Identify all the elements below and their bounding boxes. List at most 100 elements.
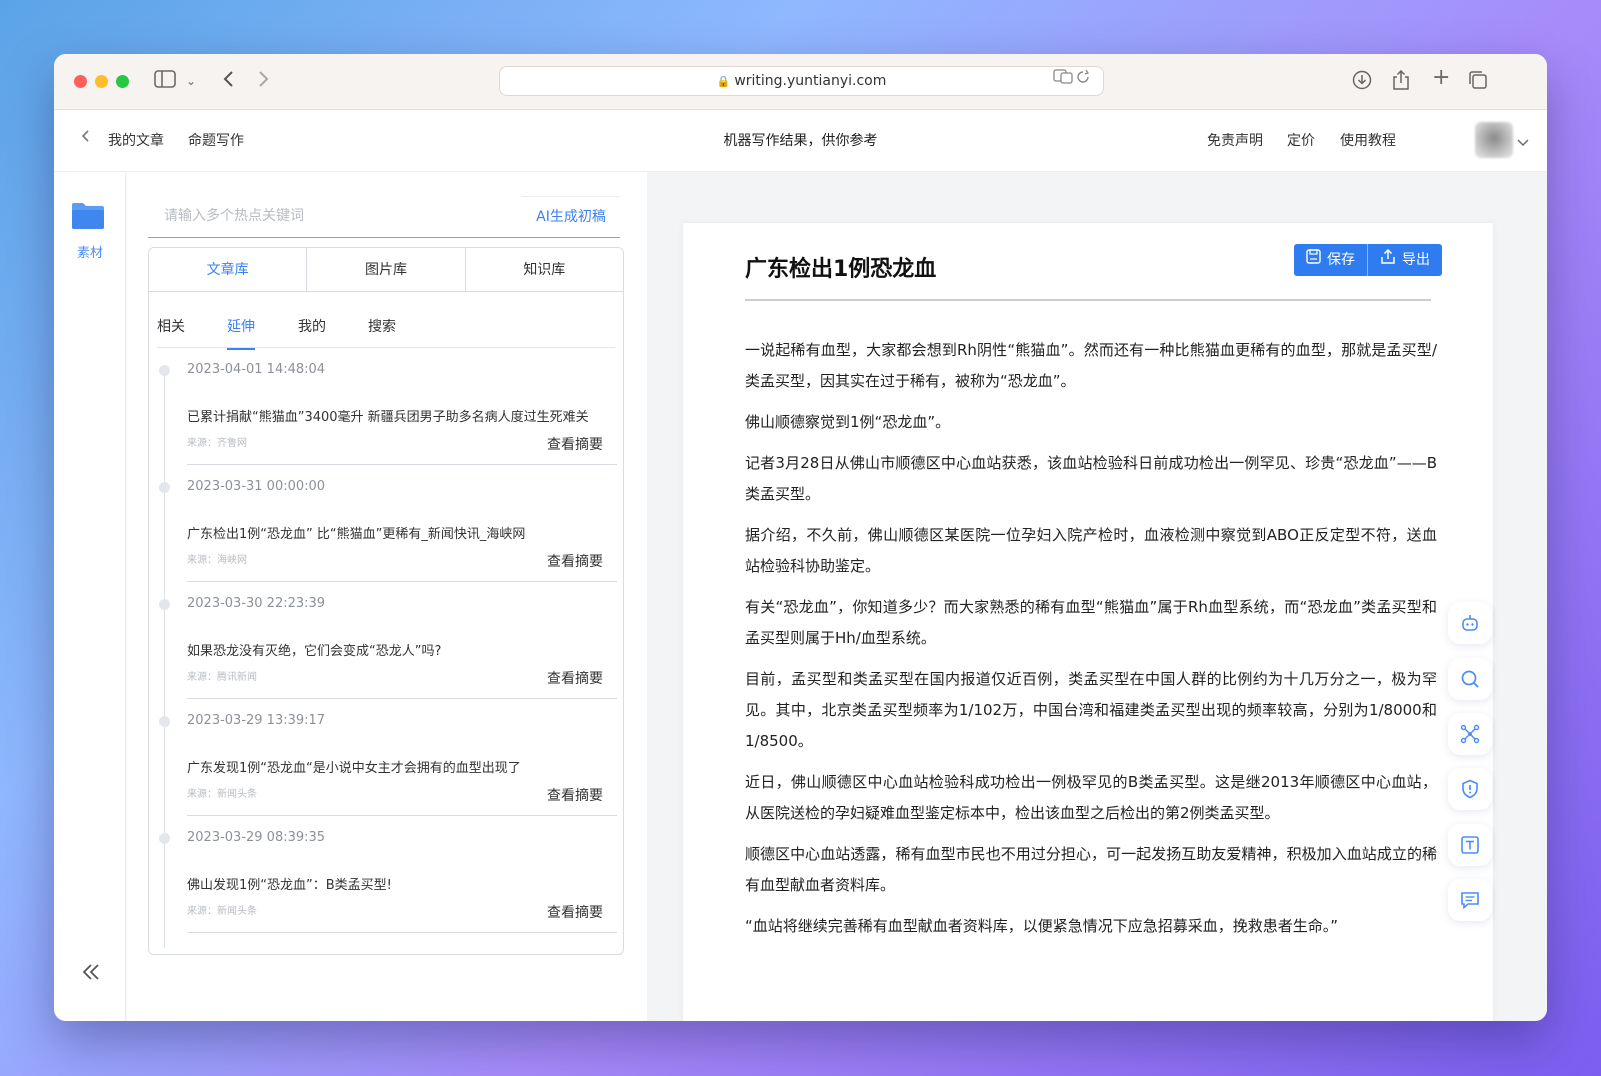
paragraph: 一说起稀有血型，大家都会想到Rh阴性“熊猫血”。然而还有一种比熊猫血更稀有的血型… xyxy=(745,341,1437,390)
item-source: 来源：新闻头条 xyxy=(187,789,257,800)
collapse-double-chevron-icon[interactable] xyxy=(82,962,100,987)
divider xyxy=(187,932,617,933)
subtab-search[interactable]: 搜索 xyxy=(368,316,396,336)
list-item: 2023-04-01 14:48:04 已累计捐献“熊猫血”3400毫升 新疆兵… xyxy=(157,348,617,465)
list-item: 2023-03-31 00:00:00 广东检出1例“恐龙血” 比“熊猫血”更稀… xyxy=(157,465,617,582)
save-icon xyxy=(1306,244,1321,276)
paragraph: 记者3月28日从佛山市顺德区中心血站获悉，该血站检验科日前成功检出一例罕见、珍贵… xyxy=(745,454,1437,503)
search-icon[interactable] xyxy=(1448,658,1492,700)
share-icon[interactable] xyxy=(1392,69,1410,96)
item-source: 来源：新闻头条 xyxy=(187,906,257,917)
tab-image-library[interactable]: 图片库 xyxy=(306,248,465,291)
timeline-dot xyxy=(159,482,170,493)
paragraph: 顺德区中心血站透露，稀有血型市民也不用过分担心，可一起发扬互助友爱精神，积极加入… xyxy=(745,845,1437,894)
library-box: 文章库 图片库 知识库 相关 延伸 我的 搜索 2023-04-01 14:48… xyxy=(148,247,624,955)
export-label: 导出 xyxy=(1402,252,1430,268)
left-rail: 素材 xyxy=(54,172,126,1021)
list-item: 2023-03-29 13:39:17 广东发现1例“恐龙血“是小说中女主才会拥… xyxy=(157,699,617,816)
shield-icon[interactable] xyxy=(1448,768,1492,810)
back-arrow-icon[interactable] xyxy=(80,128,90,148)
timeline-dot xyxy=(159,716,170,727)
title-divider xyxy=(745,299,1431,301)
forward-icon[interactable] xyxy=(258,70,270,94)
export-button[interactable]: 导出 xyxy=(1367,244,1442,276)
nav-my-articles[interactable]: 我的文章 xyxy=(108,130,164,150)
item-source: 来源：海峡网 xyxy=(187,555,247,566)
nav-topic-writing[interactable]: 命题写作 xyxy=(188,130,244,150)
view-summary-button[interactable]: 查看摘要 xyxy=(547,902,603,922)
paragraph: 近日，佛山顺德区中心血站检验科成功检出一例极罕见的B类孟买型。这是继2013年顺… xyxy=(745,773,1437,822)
paragraph: 有关“恐龙血”，你知道多少？而大家熟悉的稀有血型“熊猫血”属于Rh血型系统，而“… xyxy=(745,598,1437,647)
rail-item-materials[interactable]: 素材 xyxy=(54,242,126,261)
paragraph: 佛山顺德察觉到1例“恐龙血”。 xyxy=(745,413,951,431)
view-summary-button[interactable]: 查看摘要 xyxy=(547,785,603,805)
header-center-text: 机器写作结果，供你参考 xyxy=(723,133,878,149)
folder-icon[interactable] xyxy=(71,202,105,230)
item-source: 来源：腾讯新闻 xyxy=(187,672,257,683)
item-title[interactable]: 佛山发现1例“恐龙血”：B类孟买型! xyxy=(187,874,392,893)
zoom-window-button[interactable] xyxy=(116,75,129,88)
app-header: 我的文章 命题写作 机器写作结果，供你参考 免责声明 定价 使用教程 xyxy=(54,110,1547,172)
keyword-input[interactable] xyxy=(148,196,528,236)
chevron-down-icon[interactable] xyxy=(1517,136,1529,150)
view-summary-button[interactable]: 查看摘要 xyxy=(547,668,603,688)
subtab-extended[interactable]: 延伸 xyxy=(227,316,255,350)
new-tab-icon[interactable]: + xyxy=(1432,67,1450,89)
timeline-dot xyxy=(159,833,170,844)
browser-window: ⌄ 🔒 writing.yuntianyi.com + 我的文章 命题写作 机器… xyxy=(54,54,1547,1021)
list-item: 2023-03-30 22:23:39 如果恐龙没有灭绝，它们会变成“恐龙人”吗… xyxy=(157,582,617,699)
tab-overview-icon[interactable] xyxy=(1468,70,1488,96)
export-icon xyxy=(1380,244,1396,276)
view-summary-button[interactable]: 查看摘要 xyxy=(547,434,603,454)
url-bar[interactable]: 🔒 writing.yuntianyi.com xyxy=(499,66,1104,96)
item-source: 来源：齐鲁网 xyxy=(187,438,247,449)
item-date: 2023-04-01 14:48:04 xyxy=(187,362,326,377)
lock-icon: 🔒 xyxy=(716,75,731,88)
paragraph: 据介绍，不久前，佛山顺德区某医院一位孕妇入院产检时，血液检测中察觉到ABO正反定… xyxy=(745,526,1437,575)
sidebar-toggle-icon[interactable] xyxy=(154,70,176,94)
timeline-dot xyxy=(159,365,170,376)
timeline-dot xyxy=(159,599,170,610)
browser-toolbar: ⌄ 🔒 writing.yuntianyi.com + xyxy=(54,54,1547,110)
item-title[interactable]: 如果恐龙没有灭绝，它们会变成“恐龙人”吗? xyxy=(187,640,441,659)
avatar[interactable] xyxy=(1475,122,1513,158)
subtab-mine[interactable]: 我的 xyxy=(298,316,326,336)
save-button[interactable]: 保存 xyxy=(1294,244,1367,276)
back-icon[interactable] xyxy=(222,70,234,94)
item-date: 2023-03-29 08:39:35 xyxy=(187,830,326,845)
minimize-window-button[interactable] xyxy=(95,75,108,88)
text-icon[interactable] xyxy=(1448,824,1492,866)
robot-icon[interactable] xyxy=(1448,602,1492,644)
item-title[interactable]: 广东发现1例“恐龙血“是小说中女主才会拥有的血型出现了 xyxy=(187,757,521,776)
ai-generate-button[interactable]: AI生成初稿 xyxy=(522,196,620,236)
link-tutorial[interactable]: 使用教程 xyxy=(1340,130,1396,150)
document-title[interactable]: 广东检出1例恐龙血 xyxy=(745,251,936,283)
keyword-search: AI生成初稿 xyxy=(148,196,620,238)
link-pricing[interactable]: 定价 xyxy=(1287,130,1315,150)
download-icon[interactable] xyxy=(1352,70,1372,96)
item-date: 2023-03-30 22:23:39 xyxy=(187,596,326,611)
item-title[interactable]: 广东检出1例“恐龙血” 比“熊猫血”更稀有_新闻快讯_海峡网 xyxy=(187,523,525,542)
item-date: 2023-03-31 00:00:00 xyxy=(187,479,326,494)
view-summary-button[interactable]: 查看摘要 xyxy=(547,551,603,571)
library-tabs: 文章库 图片库 知识库 xyxy=(149,248,623,292)
translate-reload-icons[interactable] xyxy=(1053,67,1093,95)
document-paper[interactable]: 广东检出1例恐龙血 保存 导出 一说起稀有血型，大家都会想到Rh阴性“熊猫血”。… xyxy=(683,223,1493,1021)
link-disclaimer[interactable]: 免责声明 xyxy=(1207,130,1263,150)
paragraph: 目前，孟买型和类孟买型在国内报道仅近百例，类孟买型在中国人群的比例约为十几万分之… xyxy=(745,670,1437,750)
subtab-related[interactable]: 相关 xyxy=(157,316,185,336)
document-actions: 保存 导出 xyxy=(1294,244,1442,276)
tab-knowledge-library[interactable]: 知识库 xyxy=(464,248,623,291)
chevron-down-icon[interactable]: ⌄ xyxy=(186,70,196,92)
close-window-button[interactable] xyxy=(74,75,87,88)
tab-article-library[interactable]: 文章库 xyxy=(149,248,307,291)
document-body[interactable]: 一说起稀有血型，大家都会想到Rh阴性“熊猫血”。然而还有一种比熊猫血更稀有的血型… xyxy=(745,335,1437,952)
network-icon[interactable] xyxy=(1448,713,1492,755)
item-title[interactable]: 已累计捐献“熊猫血”3400毫升 新疆兵团男子助多名病人度过生死难关 xyxy=(187,406,589,425)
editor-area: 广东检出1例恐龙血 保存 导出 一说起稀有血型，大家都会想到Rh阴性“熊猫血”。… xyxy=(647,172,1547,1021)
paragraph: “血站将继续完善稀有血型献血者资料库，以便紧急情况下应急招募采血，挽救患者生命。… xyxy=(745,917,1339,935)
save-label: 保存 xyxy=(1327,252,1355,268)
list-item: 2023-03-29 08:39:35 佛山发现1例“恐龙血”：B类孟买型! 来… xyxy=(157,816,617,933)
url-text: writing.yuntianyi.com xyxy=(734,73,887,89)
comment-icon[interactable] xyxy=(1448,879,1492,921)
